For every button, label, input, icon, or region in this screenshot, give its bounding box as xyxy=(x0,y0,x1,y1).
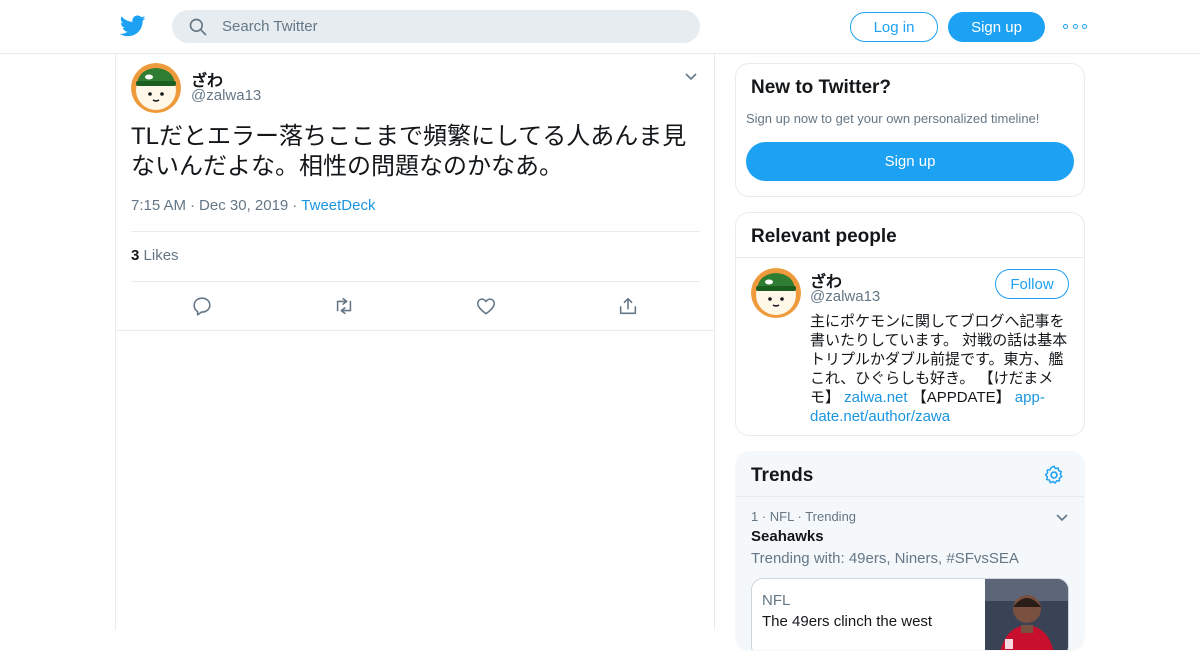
tweet-date[interactable]: Dec 30, 2019 xyxy=(199,197,288,214)
divider xyxy=(736,496,1084,497)
tweet-column: ざわ @zalwa13 TLだとエラー落ちここまで頻繁にしてる人あんま見ないんだ… xyxy=(115,54,715,630)
search-icon xyxy=(189,18,207,36)
chevron-down-icon[interactable] xyxy=(683,68,699,84)
divider xyxy=(131,281,700,282)
card-title: Trends xyxy=(751,465,814,486)
news-headline: The 49ers clinch the west xyxy=(762,613,933,630)
person-bio: 主にポケモンに関してブログへ記事を書いたりしています。 対戦の話は基本トリプルか… xyxy=(810,312,1072,426)
avatar[interactable] xyxy=(751,268,801,318)
meta-separator: · xyxy=(190,197,196,214)
share-icon[interactable] xyxy=(617,295,639,317)
reply-icon[interactable] xyxy=(191,295,213,317)
trend-rank: 1 xyxy=(751,509,759,524)
news-photo xyxy=(985,579,1068,650)
person-handle[interactable]: @zalwa13 xyxy=(810,288,880,305)
trend-status: Trending xyxy=(805,509,857,524)
likes-stat[interactable]: 3 Likes xyxy=(131,247,179,264)
card-title: Relevant people xyxy=(751,226,897,247)
more-options-icon[interactable] xyxy=(1063,17,1087,35)
like-icon[interactable] xyxy=(475,295,497,317)
card-title: New to Twitter? xyxy=(751,77,892,98)
search-input[interactable] xyxy=(222,10,682,43)
card-subtitle: Sign up now to get your own personalized… xyxy=(746,111,1040,126)
tweet-text: TLだとエラー落ちここまで頻繁にしてる人あんま見ないんだよな。相性の問題なのかな… xyxy=(131,123,687,180)
avatar[interactable] xyxy=(131,63,181,113)
author-handle[interactable]: @zalwa13 xyxy=(191,87,261,104)
tweet-meta: 7:15 AM · Dec 30, 2019 · TweetDeck xyxy=(131,197,375,214)
dot-icon xyxy=(1063,23,1068,29)
tweet: ざわ @zalwa13 TLだとエラー落ちここまで頻繁にしてる人あんま見ないんだ… xyxy=(116,54,714,331)
tweet-source-link[interactable]: TweetDeck xyxy=(301,197,375,214)
meta-separator: · xyxy=(292,197,298,214)
relevant-people-card: Relevant people ざわ @zalwa13 Follow 主にポケモ… xyxy=(735,212,1085,436)
trends-card: Trends 1 · NFL · Trending Seahawks Trend… xyxy=(735,451,1085,651)
avatar-image xyxy=(751,268,801,318)
login-button[interactable]: Log in xyxy=(850,12,938,42)
follow-button[interactable]: Follow xyxy=(995,269,1069,299)
tweet-time[interactable]: 7:15 AM xyxy=(131,197,186,214)
bio-link[interactable]: zalwa.net xyxy=(844,389,907,406)
likes-count: 3 xyxy=(131,247,140,264)
dot-icon xyxy=(1072,23,1078,29)
twitter-bird-logo-icon[interactable] xyxy=(120,13,146,39)
signup-button[interactable]: Sign up xyxy=(746,142,1074,181)
avatar-image xyxy=(131,63,181,113)
chevron-down-icon[interactable] xyxy=(1054,509,1070,525)
trend-meta: 1 · NFL · Trending xyxy=(751,509,857,524)
trend-with: Trending with: 49ers, Niners, #SFvsSEA xyxy=(751,550,1019,567)
search-box[interactable] xyxy=(172,10,700,43)
news-thumbnail xyxy=(985,579,1068,650)
divider xyxy=(736,257,1084,258)
divider xyxy=(131,231,700,232)
bio-text: 【APPDATE】 xyxy=(907,389,1015,406)
trend-name[interactable]: Seahawks xyxy=(751,528,824,545)
news-card[interactable]: NFL The 49ers clinch the west xyxy=(751,578,1069,650)
trend-category: NFL xyxy=(769,509,794,524)
signup-button[interactable]: Sign up xyxy=(948,12,1045,42)
retweet-icon[interactable] xyxy=(333,295,355,317)
new-to-twitter-card: New to Twitter? Sign up now to get your … xyxy=(735,63,1085,197)
likes-label: Likes xyxy=(143,247,179,264)
top-navigation-bar: Log in Sign up xyxy=(0,0,1200,54)
news-source: NFL xyxy=(762,592,791,609)
dot-icon xyxy=(1082,23,1087,29)
gear-icon[interactable] xyxy=(1043,464,1065,486)
